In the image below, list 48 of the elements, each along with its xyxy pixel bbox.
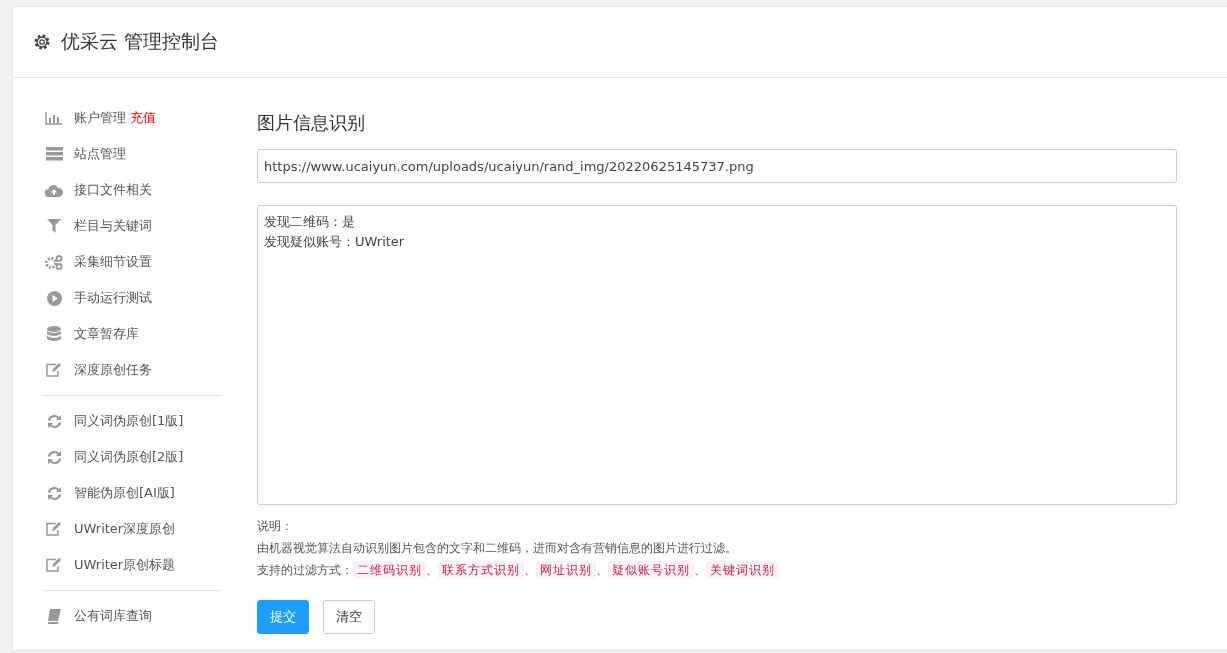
refresh-icon (46, 449, 62, 465)
note-label: 说明： (257, 518, 294, 535)
separator: 、 (426, 563, 438, 577)
filters-label: 支持的过滤方式： (257, 563, 353, 577)
sidebar-item[interactable]: 栏目与关键词 (42, 208, 222, 244)
filter-tag: 疑似账号识别 (608, 561, 694, 579)
sidebar-item[interactable]: 智能伪原创[AI版] (42, 475, 222, 511)
refresh-icon (46, 485, 62, 501)
bar-chart-icon (45, 111, 63, 125)
sidebar-item[interactable]: 公有词库查询 (42, 598, 222, 634)
filter-tag: 关键词识别 (706, 561, 779, 579)
separator: 、 (596, 563, 608, 577)
separator: 、 (694, 563, 706, 577)
result-box[interactable]: 发现二维码：是 发现疑似账号：UWriter (257, 205, 1177, 505)
sidebar-item[interactable]: UWriter深度原创 (42, 511, 222, 547)
database-icon (47, 326, 61, 342)
edit-icon (46, 558, 62, 572)
image-url-field[interactable]: https://www.ucaiyun.com/uploads/ucaiyun/rand_img/20220625145737.png (257, 149, 1177, 183)
result-line: 发现疑似账号：UWriter (264, 233, 406, 251)
filter-tag: 二维码识别 (353, 561, 426, 579)
sidebar-item[interactable]: 站点管理 (42, 136, 222, 172)
sidebar-item[interactable]: 接口文件相关 (42, 172, 222, 208)
result-line: 发现二维码：是 (264, 213, 356, 231)
sidebar-item[interactable]: 同义词伪原创[2版] (42, 439, 222, 475)
sidebar-item[interactable]: 手动运行测试 (42, 280, 222, 316)
server-icon (45, 147, 63, 161)
sidebar-item[interactable]: 采集细节设置 (42, 244, 222, 280)
edit-icon (46, 363, 62, 377)
console-title: 优采云 管理控制台 (61, 29, 220, 54)
sidebar-item[interactable]: 文章暂存库 (42, 316, 222, 352)
clear-button[interactable]: 清空 (323, 600, 375, 634)
sidebar-item[interactable]: 同义词伪原创[1版] (42, 403, 222, 439)
cloud-upload-icon (45, 183, 63, 197)
filter-icon (47, 219, 61, 233)
sidebar-item[interactable]: UWriter原创标题 (42, 547, 222, 583)
refresh-icon (46, 413, 62, 429)
edit-icon (46, 522, 62, 536)
description-text: 由机器视觉算法自动识别图片包含的文字和二维码，进而对含有营销信息的图片进行过滤。 (257, 540, 738, 557)
filter-tag: 联系方式识别 (438, 561, 524, 579)
play-circle-icon (46, 290, 62, 306)
page-heading: 图片信息识别 (257, 111, 366, 135)
sidebar-item[interactable]: 账户管理 充值 (42, 100, 222, 136)
separator: 、 (524, 563, 536, 577)
filter-tag: 网址识别 (536, 561, 596, 579)
book-icon (47, 608, 61, 624)
recharge-link[interactable]: 充值 (130, 109, 156, 127)
settings-icon (33, 33, 51, 51)
sidebar-item[interactable]: 深度原创任务 (42, 352, 222, 388)
